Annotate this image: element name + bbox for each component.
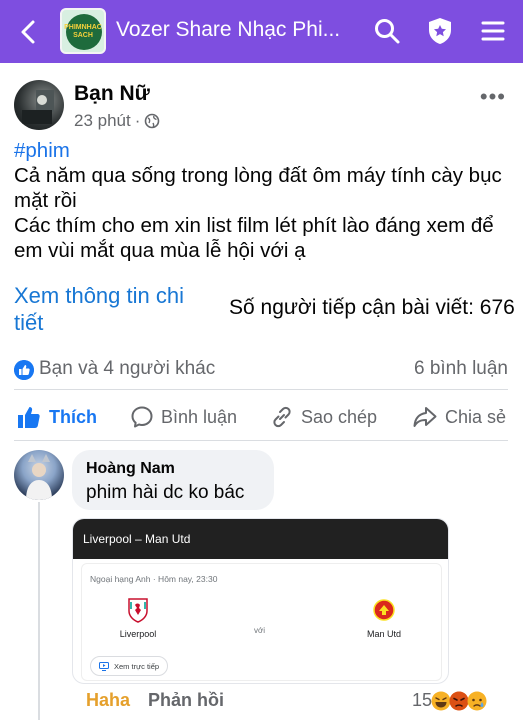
- tv-icon: [99, 661, 109, 671]
- comment-attachment-image[interactable]: Liverpool – Man Utd Ngoại hạng Anh · Hôm…: [72, 518, 449, 684]
- comment-reaction-icons[interactable]: [431, 690, 501, 712]
- search-icon[interactable]: [372, 16, 402, 46]
- reactions-summary[interactable]: Bạn và 4 người khác: [39, 358, 215, 380]
- menu-icon[interactable]: [478, 16, 508, 46]
- reply-button[interactable]: Phản hồi: [148, 690, 224, 711]
- share-arrow-icon: [413, 407, 437, 427]
- like-button[interactable]: Thích: [16, 400, 97, 434]
- post-text-line: em vùi mắt qua mùa lễ hội với ạ: [14, 239, 306, 262]
- away-team-name: Man Utd: [366, 629, 401, 639]
- comment-text: phim hài dc ko bác: [86, 482, 245, 503]
- post-author-name[interactable]: Bạn Nữ: [74, 82, 150, 106]
- comment-button[interactable]: Bình luận: [130, 400, 237, 434]
- post-body: #phim Cả năm qua sống trong lòng đất ôm …: [14, 138, 514, 263]
- author-avatar[interactable]: [14, 80, 64, 130]
- share-label: Chia sẻ: [445, 406, 507, 427]
- divider: [14, 440, 508, 441]
- commenter-name[interactable]: Hoàng Nam: [86, 460, 175, 478]
- post-time[interactable]: 23 phút: [74, 111, 131, 131]
- match-league-time: Ngoại hạng Anh · Hôm nay, 23:30: [90, 574, 218, 584]
- group-header-bar: PHIMNHAC SACH Vozer Share Nhạc Phi...: [0, 0, 523, 63]
- post-text-line: Cả năm qua sống trong lòng đất ôm máy tí…: [14, 164, 502, 187]
- angry-emoji-icon: [449, 691, 469, 711]
- watch-live-label: Xem trực tiếp: [114, 661, 160, 671]
- group-logo[interactable]: PHIMNHAC SACH: [60, 8, 106, 54]
- match-header: Liverpool – Man Utd: [73, 519, 448, 559]
- see-details-link[interactable]: Xem thông tin chi tiết: [14, 282, 214, 336]
- post-text-line: Các thím cho em xin list film lét phít l…: [14, 214, 494, 237]
- thread-line: [38, 502, 40, 720]
- home-team: Liverpool: [108, 597, 168, 639]
- away-team: Man Utd: [354, 597, 414, 639]
- comment-bubble-icon: [131, 406, 153, 428]
- copy-label: Sao chép: [301, 406, 378, 427]
- like-reaction-icon: [14, 360, 34, 380]
- match-title: Liverpool – Man Utd: [83, 532, 191, 546]
- haha-emoji-icon: [431, 691, 451, 711]
- haha-reaction-button[interactable]: Haha: [86, 690, 130, 711]
- meta-separator: ·: [134, 111, 141, 130]
- group-title[interactable]: Vozer Share Nhạc Phi...: [116, 18, 351, 42]
- back-arrow-icon[interactable]: [14, 17, 44, 47]
- like-label: Thích: [49, 406, 97, 427]
- sad-emoji-icon: [467, 691, 487, 711]
- home-team-name: Liverpool: [119, 629, 157, 639]
- post-reach-count: Số người tiếp cận bài viết: 676: [229, 296, 515, 319]
- post-text-line: mặt rồi: [14, 189, 77, 212]
- link-icon: [273, 406, 291, 428]
- post-meta: 23 phút ·: [74, 111, 160, 131]
- share-button[interactable]: Chia sẻ: [412, 400, 506, 434]
- versus-label: với: [254, 626, 266, 635]
- post-stats: Bạn và 4 người khác 6 bình luận: [14, 356, 508, 384]
- comment-actions: Haha Phản hồi 15: [86, 690, 506, 714]
- globe-icon: [145, 113, 160, 129]
- comments-count[interactable]: 6 bình luận: [414, 358, 508, 380]
- match-card: Ngoại hạng Anh · Hôm nay, 23:30 Liverpoo…: [81, 563, 442, 681]
- liverpool-crest-icon: [128, 598, 148, 623]
- comment-label: Bình luận: [161, 406, 238, 427]
- man-utd-crest-icon: [373, 599, 395, 621]
- post-hashtag[interactable]: #phim: [14, 138, 514, 163]
- divider: [14, 389, 508, 390]
- admin-shield-icon[interactable]: [425, 16, 455, 46]
- copy-button[interactable]: Sao chép: [270, 400, 377, 434]
- comment-bubble: Hoàng Nam phim hài dc ko bác: [72, 450, 274, 510]
- commenter-avatar[interactable]: [14, 450, 64, 500]
- comment-reaction-count[interactable]: 15: [412, 690, 432, 711]
- post-header: Bạn Nữ 23 phút · •••: [14, 80, 514, 136]
- watch-live-chip[interactable]: Xem trực tiếp: [90, 656, 169, 676]
- thumbs-up-icon: [18, 407, 40, 428]
- more-options-icon[interactable]: •••: [480, 84, 506, 110]
- post-actions: Thích Bình luận Sao chép Chia sẻ: [14, 400, 514, 436]
- group-logo-text: PHIMNHAC SACH: [64, 24, 102, 39]
